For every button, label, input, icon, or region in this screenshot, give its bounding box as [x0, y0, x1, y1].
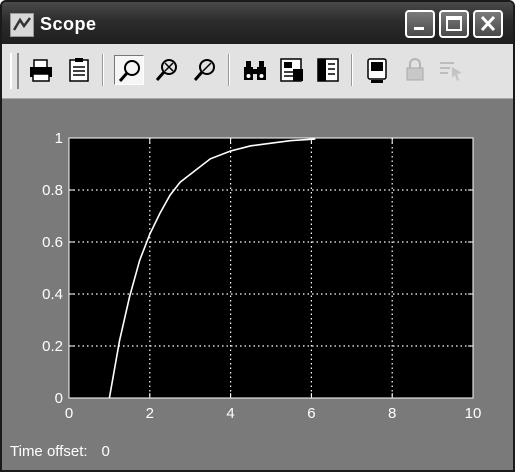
y-tick-label: 0.6 [42, 234, 63, 251]
minimize-icon [414, 27, 424, 30]
signal-selection-button[interactable] [436, 55, 466, 85]
signal-selection-icon [440, 62, 462, 81]
x-tick-label: 8 [388, 405, 396, 422]
floating-scope-button[interactable] [362, 55, 392, 85]
lock-axes-icon [406, 58, 424, 81]
zoom-x-button[interactable] [152, 55, 182, 85]
y-tick-label: 0 [55, 390, 63, 407]
save-axes-button[interactable] [277, 55, 307, 85]
window-title: Scope [40, 14, 97, 34]
title-bar[interactable]: Scope [2, 2, 513, 44]
time-offset-status: Time offset: 0 [10, 443, 110, 460]
close-button[interactable] [473, 10, 503, 38]
print-button[interactable] [26, 55, 56, 85]
minimize-button[interactable] [405, 10, 435, 38]
scope-window: Scope 0 2 4 6 8 10 0 0.2 0.4 0.6 0.8 1 T… [0, 0, 515, 472]
autoscale-button[interactable] [240, 55, 270, 85]
time-offset-label: Time offset: [10, 443, 88, 460]
print-icon [30, 59, 52, 82]
x-tick-label: 6 [307, 405, 315, 422]
y-tick-label: 0.8 [42, 182, 63, 199]
close-icon [480, 15, 496, 32]
restore-axes-icon [317, 58, 339, 82]
y-tick-label: 0.2 [42, 338, 63, 355]
y-tick-label: 0.4 [42, 286, 63, 303]
y-tick-label: 1 [55, 130, 63, 147]
maximize-icon [446, 16, 462, 31]
zoom-icon [118, 60, 140, 82]
x-tick-label: 10 [465, 405, 482, 422]
toolbar-separator [102, 54, 104, 86]
save-axes-icon [280, 58, 303, 82]
x-tick-label: 4 [226, 405, 234, 422]
matlab-app-icon[interactable] [10, 13, 34, 37]
zoom-y-icon [193, 59, 215, 81]
scope-plot[interactable]: 0 2 4 6 8 10 0 0.2 0.4 0.6 0.8 1 [2, 99, 513, 439]
params-icon [69, 58, 89, 82]
plot-axes-background [68, 137, 474, 399]
x-tick-label: 0 [65, 405, 73, 422]
lock-axes-button[interactable] [400, 55, 430, 85]
autoscale-icon [244, 61, 266, 80]
zoom-x-icon [155, 59, 177, 81]
zoom-button[interactable] [114, 55, 144, 85]
toolbar [2, 44, 513, 99]
toolbar-grip[interactable] [10, 53, 19, 89]
restore-axes-button[interactable] [313, 55, 343, 85]
x-tick-label: 2 [146, 405, 154, 422]
parameters-button[interactable] [64, 55, 94, 85]
toolbar-separator [351, 54, 353, 86]
zoom-y-button[interactable] [190, 55, 220, 85]
toolbar-separator [228, 54, 230, 86]
maximize-button[interactable] [439, 10, 469, 38]
floating-scope-icon [367, 58, 387, 83]
time-offset-value: 0 [101, 443, 110, 460]
